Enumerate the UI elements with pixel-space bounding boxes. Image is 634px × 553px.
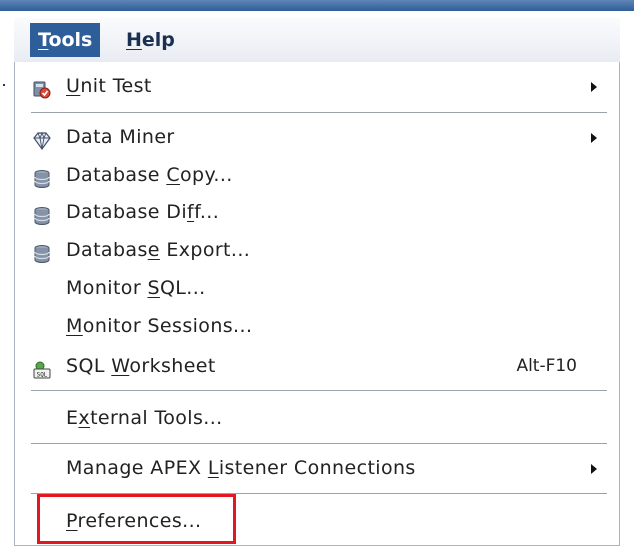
menu-separator xyxy=(31,390,607,392)
menu-separator xyxy=(31,443,607,445)
menu-item-monitor-sessions[interactable]: Monitor Sessions... xyxy=(15,308,619,344)
menu-item-label: SQL Worksheet xyxy=(66,355,216,377)
submenu-arrow-icon xyxy=(591,464,597,474)
menu-item-label: Database Export... xyxy=(66,239,251,261)
submenu-arrow-icon xyxy=(591,133,597,143)
menu-help-mnemonic: H xyxy=(126,29,142,51)
menu-tools-label: ools xyxy=(48,29,93,51)
menu-item-database-copy[interactable]: Database Copy... xyxy=(15,157,619,193)
database-icon xyxy=(32,165,52,188)
menu-separator xyxy=(31,112,607,114)
menu-item-label: External Tools... xyxy=(66,407,223,429)
database-icon xyxy=(32,202,52,225)
sql-worksheet-icon: SQL xyxy=(32,356,52,379)
menu-tools[interactable]: Tools xyxy=(30,23,101,57)
menu-item-external-tools[interactable]: External Tools... xyxy=(15,400,619,436)
menu-item-label: Database Diff... xyxy=(66,201,220,223)
menu-item-database-export[interactable]: Database Export... xyxy=(15,232,619,268)
menu-item-sql-worksheet[interactable]: SQL SQL Worksheet Alt-F10 xyxy=(15,348,619,384)
menu-tools-mnemonic: T xyxy=(38,29,49,51)
menu-item-label: Manage APEX Listener Connections xyxy=(66,457,416,479)
submenu-arrow-icon xyxy=(591,82,597,92)
menu-item-database-diff[interactable]: Database Diff... xyxy=(15,194,619,230)
menu-item-monitor-sql[interactable]: Monitor SQL... xyxy=(15,270,619,306)
menu-help[interactable]: Help xyxy=(118,23,183,57)
menu-item-label: Unit Test xyxy=(66,75,152,97)
menu-item-unit-test[interactable]: Unit Test xyxy=(15,68,619,104)
menu-item-label: Monitor Sessions... xyxy=(66,315,253,337)
data-miner-icon xyxy=(32,127,52,151)
menu-item-data-miner[interactable]: Data Miner xyxy=(15,119,619,155)
menu-item-label: Monitor SQL... xyxy=(66,277,206,299)
menu-bar: Tools Help xyxy=(14,18,620,63)
unit-test-icon xyxy=(32,76,52,99)
window-top-border xyxy=(0,0,634,11)
menu-help-label: elp xyxy=(141,29,175,51)
menu-item-manage-apex-listener[interactable]: Manage APEX Listener Connections xyxy=(15,450,619,486)
tools-dropdown-menu: Unit Test Data Miner Database Copy... Da… xyxy=(14,62,620,546)
shortcut-label: Alt-F10 xyxy=(516,356,577,376)
preferences-highlight-box xyxy=(37,494,236,544)
edge-mark xyxy=(3,84,5,86)
menu-item-label: Data Miner xyxy=(66,126,175,148)
menu-item-label: Database Copy... xyxy=(66,164,233,186)
database-icon xyxy=(32,240,52,263)
svg-text:SQL: SQL xyxy=(37,372,48,379)
